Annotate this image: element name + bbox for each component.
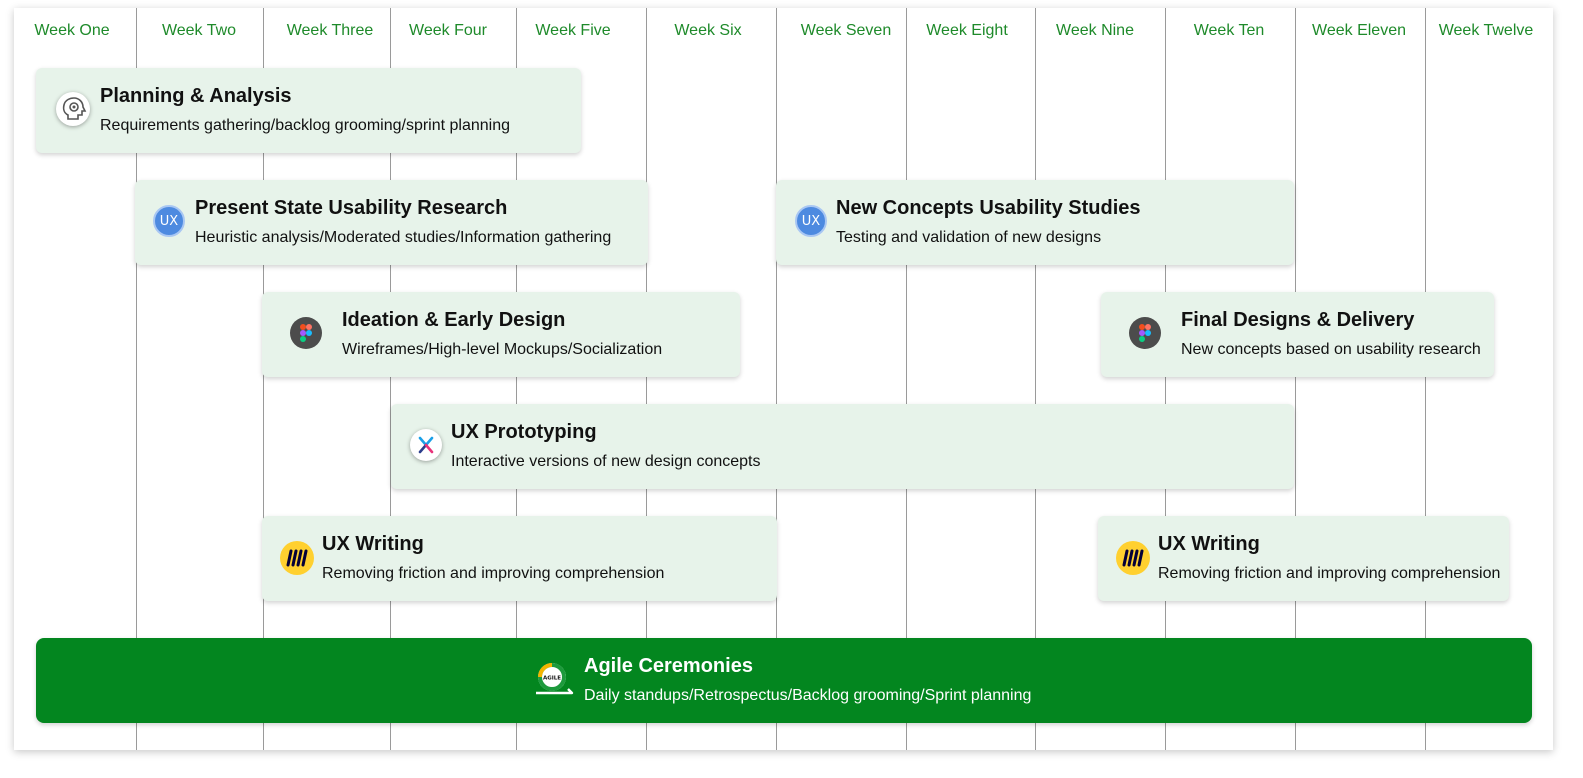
- task-present-state-research[interactable]: UX Present State Usability Research Heur…: [135, 180, 648, 265]
- week-label-11: Week Eleven: [1312, 22, 1406, 39]
- task-subtitle: Requirements gathering/backlog grooming/…: [100, 117, 511, 134]
- task-subtitle: Removing friction and improving comprehe…: [322, 565, 665, 582]
- task-title: Ideation & Early Design: [342, 309, 566, 331]
- task-title: UX Writing: [1158, 533, 1260, 555]
- week-label-6: Week Six: [674, 22, 742, 39]
- task-title: UX Writing: [322, 533, 424, 555]
- task-subtitle: Wireframes/High-level Mockups/Socializat…: [342, 341, 663, 358]
- timeline-board: Week One Week Two Week Three Week Four W…: [14, 8, 1553, 750]
- week-label-2: Week Two: [161, 22, 237, 39]
- task-subtitle: Testing and validation of new designs: [836, 229, 1102, 246]
- task-title: Planning & Analysis: [100, 85, 292, 107]
- task-subtitle: Removing friction and improving comprehe…: [1158, 565, 1501, 582]
- task-subtitle: Daily standups/Retrospectus/Backlog groo…: [584, 687, 1032, 704]
- task-new-concepts-studies[interactable]: UX New Concepts Usability Studies Testin…: [776, 180, 1294, 265]
- week-label-10: Week Ten: [1193, 22, 1265, 39]
- task-ux-prototyping[interactable]: UX Prototyping Interactive versions of n…: [391, 404, 1294, 489]
- miro-icon: [280, 541, 314, 575]
- figma-icon: [1129, 317, 1161, 349]
- task-agile-ceremonies[interactable]: AGILE Agile Ceremonies Daily standups/Re…: [36, 638, 1532, 723]
- week-label-9: Week Nine: [1056, 22, 1134, 39]
- ux-badge-icon: UX: [153, 205, 185, 237]
- ux-badge-icon: UX: [795, 205, 827, 237]
- week-label-12: Week Twelve: [1438, 22, 1534, 39]
- week-label-7: Week Seven: [800, 22, 892, 39]
- agile-icon-text: AGILE: [543, 676, 561, 682]
- agile-loop-icon: AGILE: [532, 660, 576, 700]
- task-final-designs-delivery[interactable]: Final Designs & Delivery New concepts ba…: [1101, 292, 1494, 377]
- task-title: UX Prototyping: [451, 421, 597, 443]
- task-title: Present State Usability Research: [195, 197, 508, 219]
- task-subtitle: Interactive versions of new design conce…: [451, 453, 761, 470]
- week-label-8: Week Eight: [926, 22, 1008, 39]
- week-label-5: Week Five: [535, 22, 611, 39]
- task-planning-analysis[interactable]: Planning & Analysis Requirements gatheri…: [36, 68, 581, 153]
- task-ux-writing-1[interactable]: UX Writing Removing friction and improvi…: [262, 516, 777, 601]
- figma-icon: [290, 317, 322, 349]
- head-gear-icon: [56, 92, 90, 126]
- task-ideation-early-design[interactable]: Ideation & Early Design Wireframes/High-…: [262, 292, 740, 377]
- task-ux-writing-2[interactable]: UX Writing Removing friction and improvi…: [1098, 516, 1509, 601]
- week-label-3: Week Three: [286, 22, 374, 39]
- prototype-x-icon: [410, 429, 442, 461]
- week-label-4: Week Four: [409, 22, 487, 39]
- task-subtitle: New concepts based on usability research: [1181, 341, 1481, 358]
- task-title: Agile Ceremonies: [584, 655, 753, 677]
- task-title: New Concepts Usability Studies: [836, 197, 1141, 219]
- week-label-1: Week One: [34, 22, 110, 39]
- task-title: Final Designs & Delivery: [1181, 309, 1415, 331]
- task-subtitle: Heuristic analysis/Moderated studies/Inf…: [195, 229, 612, 246]
- miro-icon: [1116, 541, 1150, 575]
